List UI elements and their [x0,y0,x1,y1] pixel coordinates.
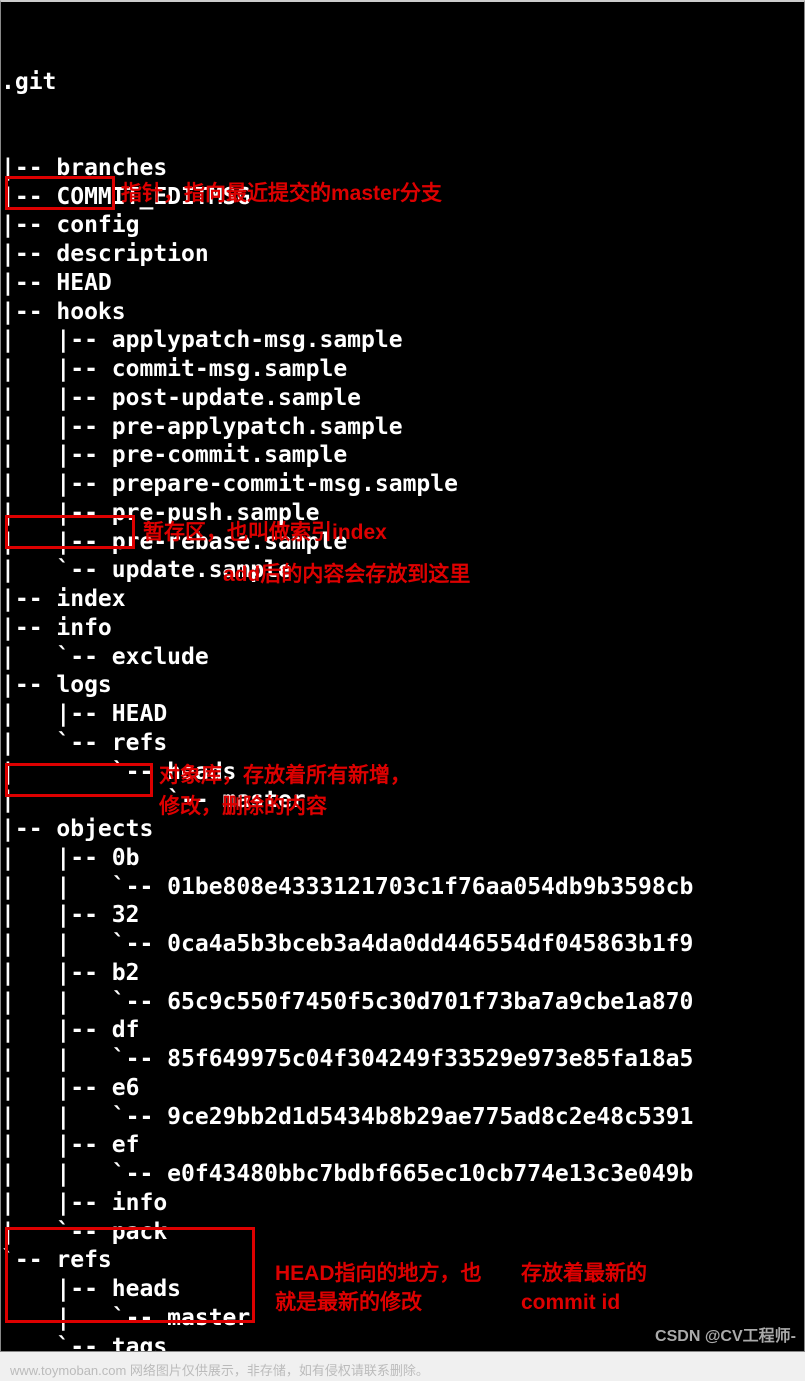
highlight-box-head [5,176,115,210]
annotation-index-2: add后的内容会存放到这里 [223,560,783,589]
annotation-refs-2: 存放着最新的commit id [521,1259,721,1318]
tree-line: | |-- pre-applypatch.sample [1,413,804,442]
tree-line: | | `-- 01be808e4333121703c1f76aa054db9b… [1,873,804,902]
tree-line: |-- HEAD [1,269,804,298]
highlight-box-index [5,515,135,549]
tree-line: | |-- prepare-commit-msg.sample [1,470,804,499]
tree-line: | |-- pre-commit.sample [1,441,804,470]
annotation-refs-1: HEAD指向的地方，也就是最新的修改 [275,1259,501,1318]
tree-line: | |-- applypatch-msg.sample [1,326,804,355]
tree-line: |-- hooks [1,298,804,327]
tree-line: |-- description [1,240,804,269]
tree-line: | |-- info [1,1189,804,1218]
tree-line: | |-- e6 [1,1074,804,1103]
tree-line: | `-- refs [1,729,804,758]
tree-line: | | `-- 85f649975c04f304249f33529e973e85… [1,1045,804,1074]
annotation-index-1: 暂存区，也叫做索引index [143,518,703,547]
tree-line: | |-- commit-msg.sample [1,355,804,384]
tree-line: | |-- b2 [1,959,804,988]
tree-line: | |-- post-update.sample [1,384,804,413]
tree-line: |-- logs [1,671,804,700]
tree-line: | |-- 32 [1,901,804,930]
tree-line: | |-- ef [1,1131,804,1160]
annotation-objects-1: 对象库，存放着所有新增， [159,761,719,790]
tree-line: | | `-- 65c9c550f7450f5c30d701f73ba7a9cb… [1,988,804,1017]
tree-line: |-- config [1,211,804,240]
tree-line: | `-- exclude [1,643,804,672]
tree-line: | | `-- e0f43480bbc7bdbf665ec10cb774e13c… [1,1160,804,1189]
tree-line: | | `-- 9ce29bb2d1d5434b8b29ae775ad8c2e4… [1,1103,804,1132]
tree-line: | |-- HEAD [1,700,804,729]
annotation-head: 指针，指向最近提交的master分支 [121,179,681,208]
tree-root: .git [1,68,804,97]
tree-line: |-- info [1,614,804,643]
tree-line: | |-- df [1,1016,804,1045]
tree-line: | | `-- 0ca4a5b3bceb3a4da0dd446554df0458… [1,930,804,959]
footer-note: www.toymoban.com 网络图片仅供展示，非存储，如有侵权请联系删除。 [10,1360,429,1379]
terminal-output: .git |-- branches|-- COMMIT_EDITMSG|-- c… [0,0,805,1352]
watermark-text: CSDN @CV工程师- [655,1327,796,1347]
tree-line: | |-- 0b [1,844,804,873]
annotation-objects-2: 修改，删除的内容 [159,792,719,821]
highlight-box-refs [5,1227,255,1323]
highlight-box-objects [5,763,153,797]
